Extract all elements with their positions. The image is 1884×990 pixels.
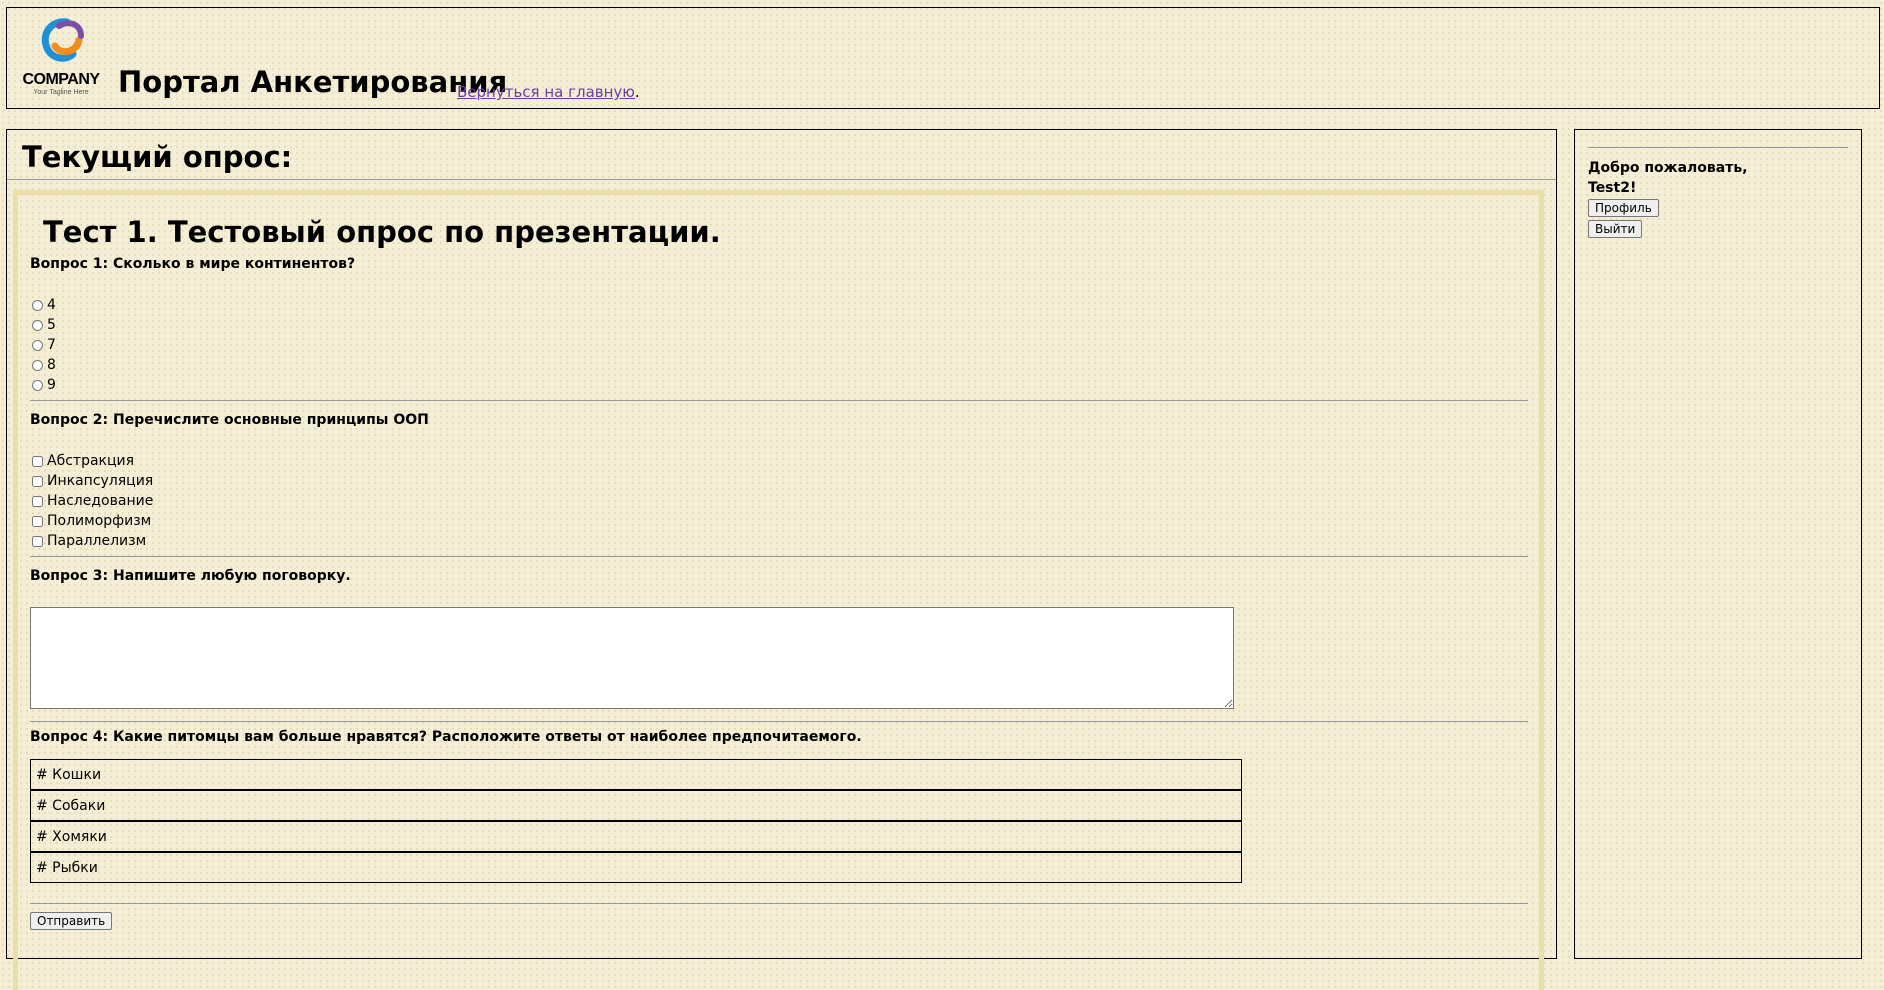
main-panel: Текущий опрос: Тест 1. Тестовый опрос по…: [6, 129, 1557, 990]
question-3-title: Вопрос 3: Напишите любую поговорку.: [30, 568, 351, 584]
site-title: Портал Анкетирования: [118, 65, 508, 99]
question-divider: [30, 556, 1528, 557]
q1-radio[interactable]: [32, 299, 43, 311]
survey-form: Тест 1. Тестовый опрос по презентации. В…: [13, 190, 1544, 990]
q2-option[interactable]: Абстракция: [28, 451, 134, 471]
rank-item-fish[interactable]: # Рыбки: [30, 852, 1242, 883]
option-label: 5: [47, 317, 56, 333]
welcome-message: Добро пожаловать, Test2!: [1588, 158, 1748, 198]
question-divider: [30, 903, 1528, 904]
question-divider: [30, 400, 1528, 401]
logo-text: COMPANY: [22, 71, 100, 88]
welcome-line: Добро пожаловать,: [1588, 160, 1748, 176]
option-label: Инкапсуляция: [47, 473, 154, 489]
option-label: 7: [47, 337, 56, 353]
divider: [7, 179, 1556, 180]
q2-checkbox[interactable]: [32, 535, 43, 547]
site-header: COMPANY Your Tagline Here Портал Анкетир…: [6, 7, 1880, 109]
q1-option[interactable]: 8: [28, 355, 56, 375]
profile-button[interactable]: Профиль: [1588, 199, 1659, 217]
answer-textarea[interactable]: [30, 607, 1234, 709]
option-label: 4: [47, 297, 56, 313]
option-label: 9: [47, 377, 56, 393]
q1-option[interactable]: 4: [28, 295, 56, 315]
survey-title: Тест 1. Тестовый опрос по презентации.: [43, 215, 721, 249]
option-label: Наследование: [47, 493, 154, 509]
q2-checkbox[interactable]: [32, 515, 43, 527]
question-2-title: Вопрос 2: Перечислите основные принципы …: [30, 412, 429, 428]
q1-option[interactable]: 7: [28, 335, 56, 355]
logout-button[interactable]: Выйти: [1588, 220, 1643, 238]
submit-button[interactable]: Отправить: [30, 912, 113, 930]
q1-radio[interactable]: [32, 359, 43, 371]
home-link-container: Вернуться на главную.: [457, 83, 640, 101]
q2-checkbox[interactable]: [32, 455, 43, 467]
logo-swirl-icon: [41, 18, 84, 62]
page-title: Текущий опрос:: [22, 140, 293, 174]
q2-option[interactable]: Наследование: [28, 491, 153, 511]
rank-list: # Кошки # Собаки # Хомяки # Рыбки: [30, 759, 1242, 883]
q2-checkbox[interactable]: [32, 475, 43, 487]
rank-item-dogs[interactable]: # Собаки: [30, 790, 1242, 821]
option-label: Абстракция: [47, 453, 135, 469]
sidebar: Добро пожаловать, Test2! Профиль Выйти: [1574, 129, 1862, 959]
divider: [1588, 147, 1848, 148]
logo-tagline: Your Tagline Here: [33, 89, 89, 96]
q2-option[interactable]: Полиморфизм: [28, 511, 151, 531]
option-label: 8: [47, 357, 56, 373]
rank-item-hamsters[interactable]: # Хомяки: [30, 821, 1242, 852]
option-label: Параллелизм: [47, 533, 147, 549]
q1-option[interactable]: 9: [28, 375, 56, 395]
q1-radio[interactable]: [32, 319, 43, 331]
question-4-title: Вопрос 4: Какие питомцы вам больше нравя…: [30, 729, 862, 745]
q2-option[interactable]: Параллелизм: [28, 531, 146, 551]
question-divider: [30, 721, 1528, 722]
home-link[interactable]: Вернуться на главную: [457, 83, 635, 101]
home-link-suffix: .: [634, 83, 640, 101]
rank-item-cats[interactable]: # Кошки: [30, 759, 1242, 790]
username: Test2!: [1588, 180, 1637, 196]
q1-radio[interactable]: [32, 379, 43, 391]
company-logo: COMPANY Your Tagline Here: [16, 16, 106, 98]
q1-radio[interactable]: [32, 339, 43, 351]
option-label: Полиморфизм: [47, 513, 152, 529]
q2-checkbox[interactable]: [32, 495, 43, 507]
q1-option[interactable]: 5: [28, 315, 56, 335]
question-1-title: Вопрос 1: Сколько в мире континентов?: [30, 256, 356, 272]
q2-option[interactable]: Инкапсуляция: [28, 471, 153, 491]
